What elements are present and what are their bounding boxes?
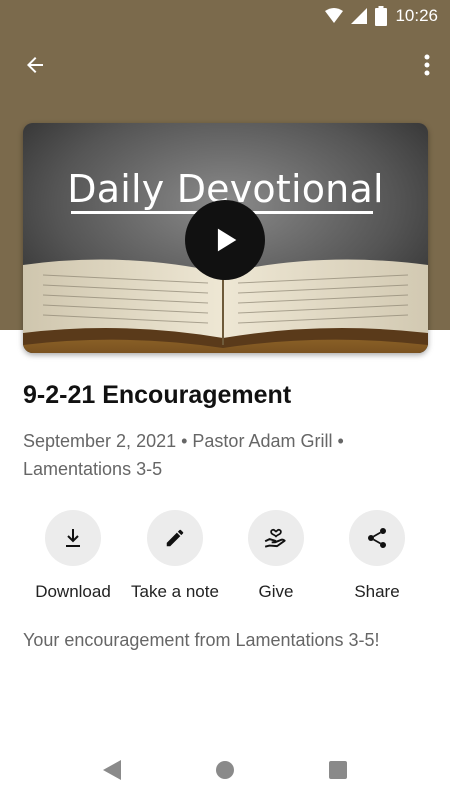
- system-nav-bar: [0, 740, 450, 800]
- give-label: Give: [258, 582, 294, 601]
- arrow-back-icon: [27, 57, 43, 73]
- give-circle: [248, 510, 304, 566]
- take-note-label: Take a note: [131, 582, 219, 601]
- share-icon: [368, 528, 386, 548]
- more-vert-icon: [424, 54, 430, 76]
- give-button[interactable]: Give: [221, 510, 331, 602]
- give-heart-hand-icon: [264, 528, 286, 548]
- play-icon: [217, 228, 237, 252]
- take-note-circle: [147, 510, 203, 566]
- battery-icon: [375, 6, 388, 26]
- play-button[interactable]: [185, 200, 265, 280]
- status-bar: 10:26: [0, 0, 450, 32]
- download-label: Download: [35, 582, 111, 601]
- sermon-description: Your encouragement from Lamentations 3-5…: [23, 630, 380, 650]
- sermon-meta: September 2, 2021 • Pastor Adam Grill • …: [23, 431, 344, 479]
- download-circle: [45, 510, 101, 566]
- download-button[interactable]: Download: [18, 510, 128, 602]
- media-thumbnail[interactable]: Daily Devotional: [23, 123, 428, 353]
- status-time: 10:26: [395, 6, 438, 25]
- share-circle: [349, 510, 405, 566]
- signal-icon: [351, 8, 368, 24]
- nav-recents-icon: [329, 761, 347, 779]
- share-label: Share: [354, 582, 400, 601]
- action-row: Download Take a note Give Share: [0, 510, 450, 610]
- nav-home-icon: [216, 761, 234, 779]
- app-bar: [0, 40, 450, 90]
- share-button[interactable]: Share: [322, 510, 432, 602]
- nav-home-button[interactable]: [213, 758, 237, 782]
- take-note-button[interactable]: Take a note: [120, 510, 230, 602]
- nav-back-icon: [103, 760, 121, 780]
- nav-recents-button[interactable]: [326, 758, 350, 782]
- back-button[interactable]: [20, 50, 50, 80]
- sermon-title: 9-2-21 Encouragement: [23, 381, 292, 409]
- pencil-icon: [166, 529, 184, 547]
- nav-back-button[interactable]: [100, 758, 124, 782]
- download-icon: [66, 529, 80, 547]
- wifi-icon: [325, 8, 344, 24]
- more-options-button[interactable]: [418, 50, 436, 80]
